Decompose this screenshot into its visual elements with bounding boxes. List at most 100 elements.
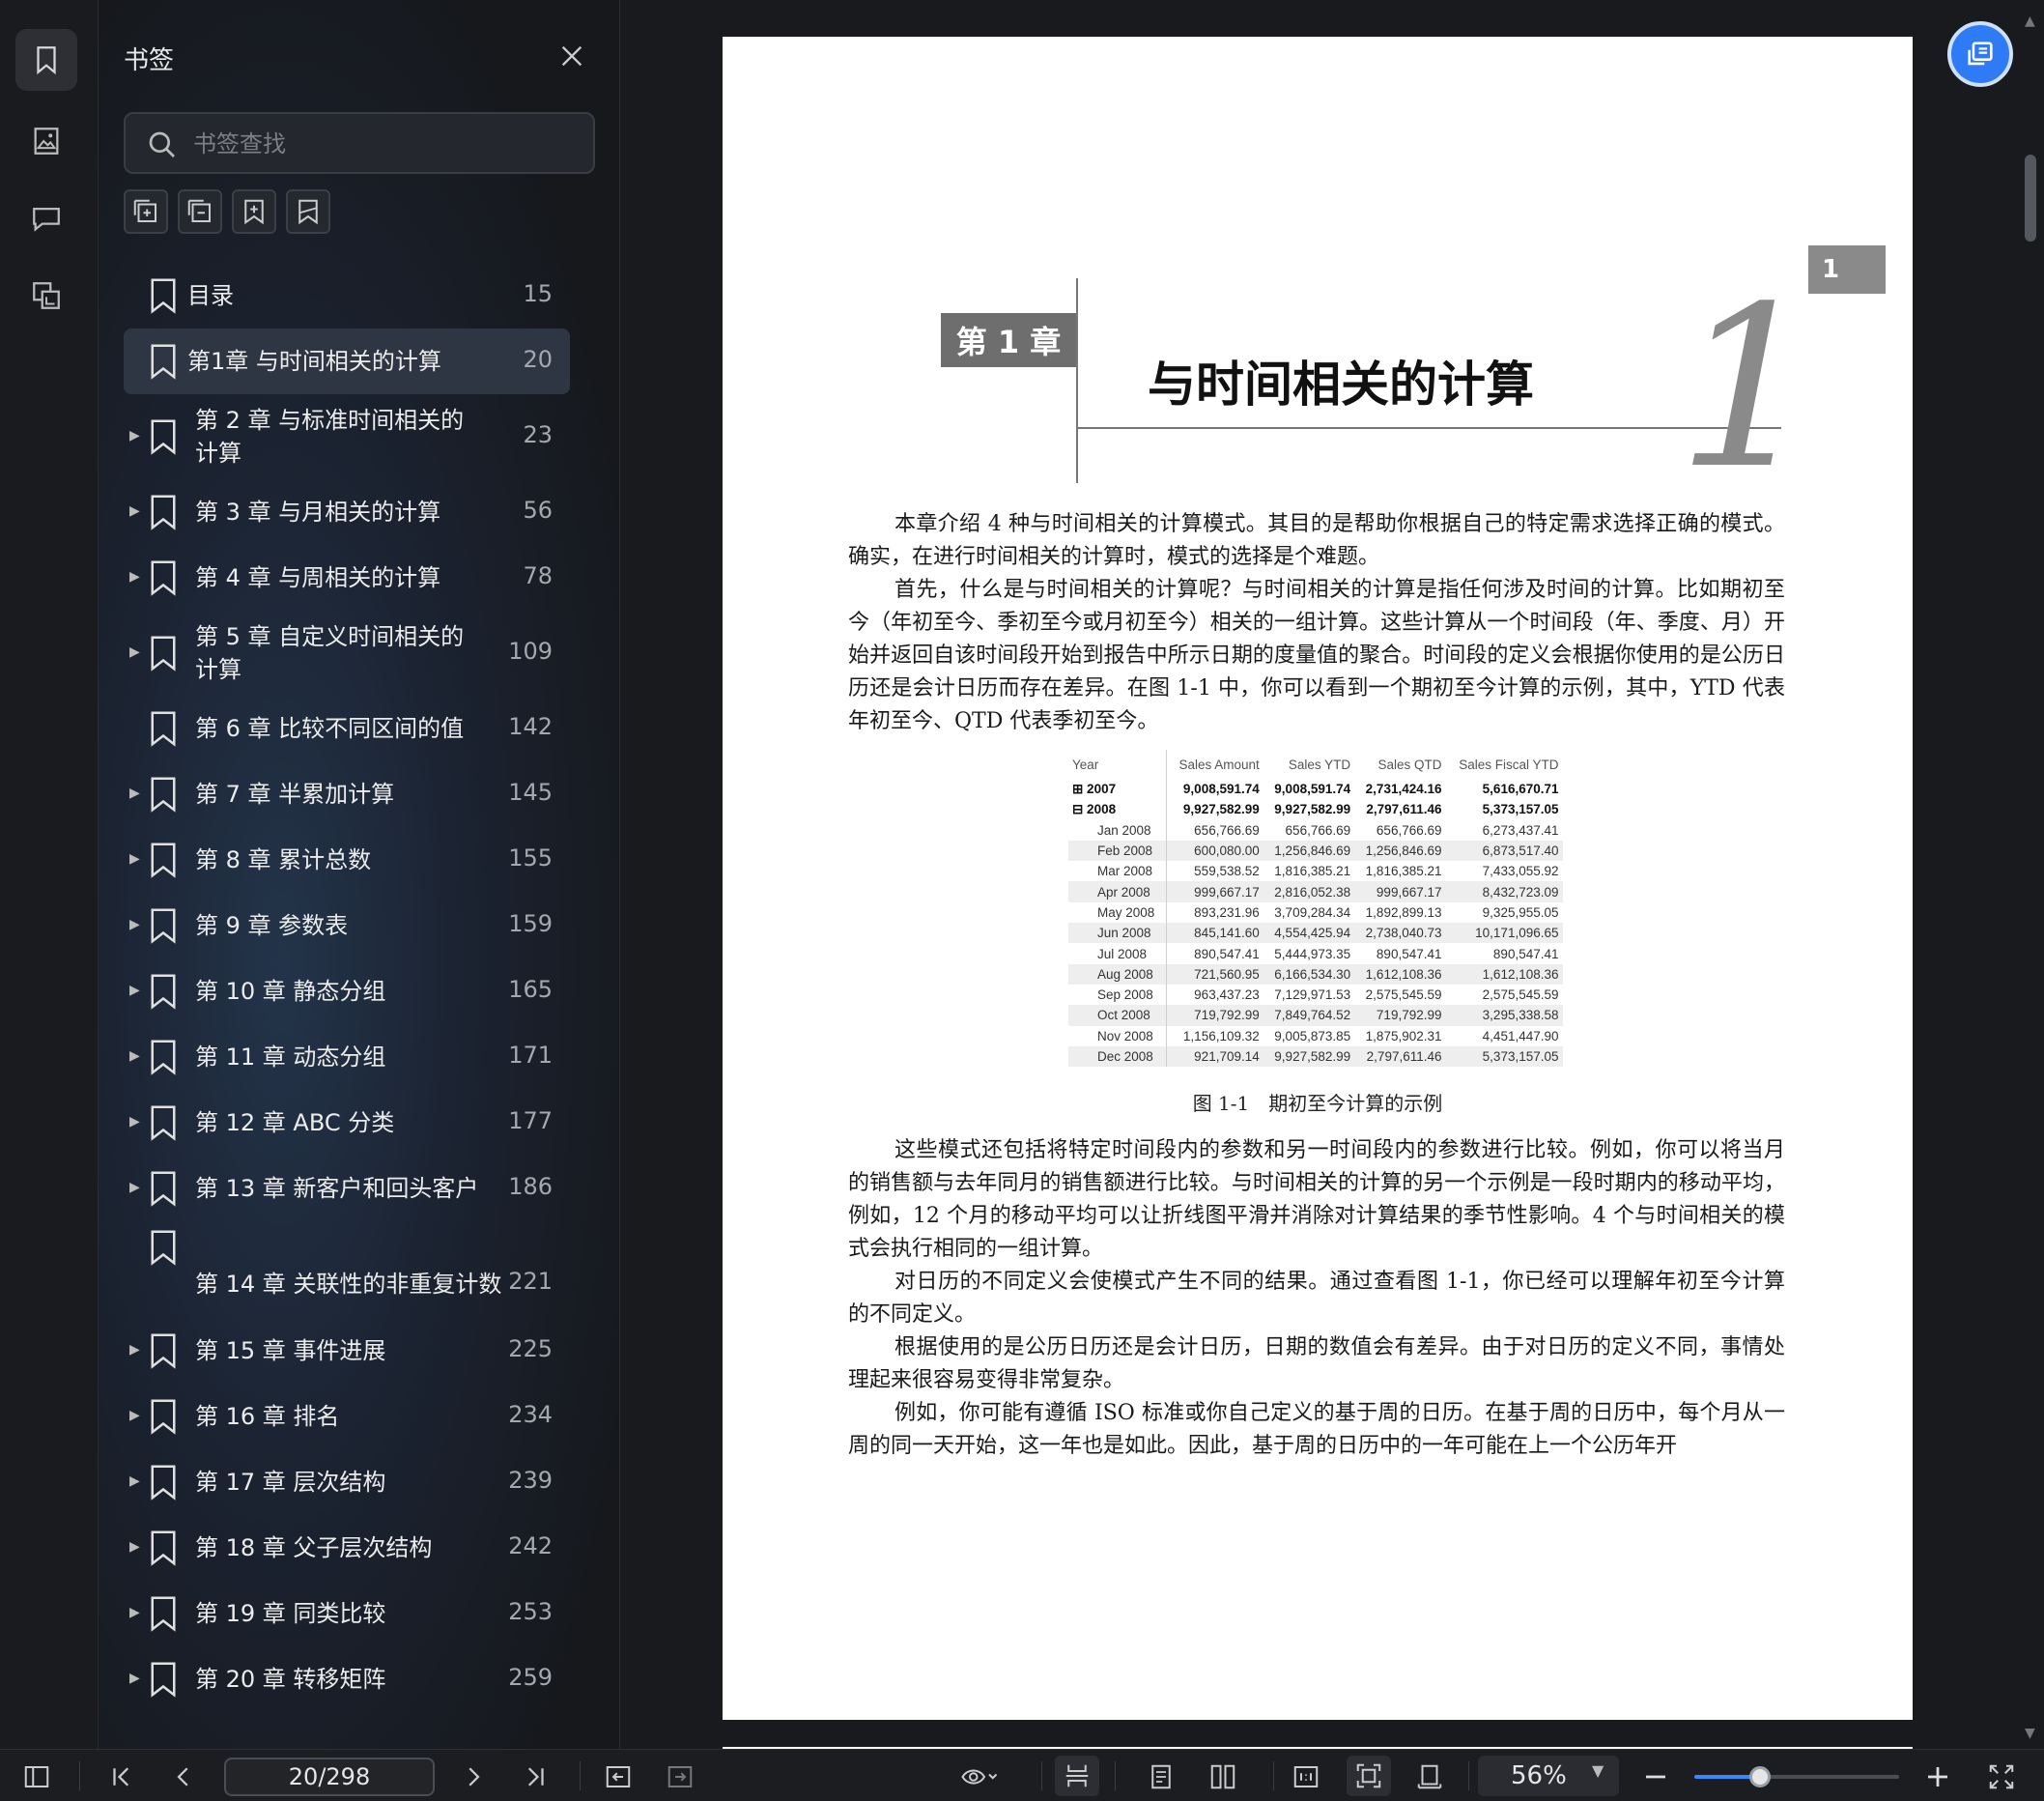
expand-caret-icon[interactable]: ▶: [129, 1605, 141, 1620]
bookmark-item[interactable]: ▶ 第 15 章 事件进展 225: [124, 1318, 570, 1384]
next-page-button[interactable]: [456, 1759, 491, 1794]
expand-caret-icon[interactable]: ▶: [129, 786, 141, 801]
table-cell-year: Jun 2008: [1068, 923, 1168, 944]
bookmark-item[interactable]: ▶ 第 12 章 ABC 分类 177: [124, 1090, 570, 1156]
single-page-button[interactable]: [1144, 1759, 1178, 1794]
expand-caret-icon[interactable]: ▶: [129, 569, 141, 585]
bookmark-item[interactable]: ▶ 第 8 章 累计总数 155: [124, 827, 570, 893]
expand-caret-icon[interactable]: ▶: [129, 1114, 141, 1129]
zoom-value: 56%: [1511, 1761, 1567, 1790]
table-row: Feb 2008 600,080.00 1,256,846.69 1,256,846.…: [1068, 840, 1563, 862]
search-input[interactable]: [193, 124, 580, 164]
bookmark-item[interactable]: ▶ 第 18 章 父子层次结构 242: [124, 1515, 570, 1581]
fit-page-button[interactable]: [1347, 1756, 1391, 1796]
table-cell-year: Apr 2008: [1068, 881, 1168, 902]
first-page-button[interactable]: [104, 1759, 139, 1794]
actual-size-button[interactable]: [1289, 1759, 1323, 1794]
continuous-scroll-button[interactable]: [1055, 1756, 1099, 1796]
table-cell: 8,432,723.09: [1445, 881, 1563, 902]
thumbnail-panel-button[interactable]: [15, 110, 77, 172]
bookmark-search: [124, 112, 595, 174]
last-page-button[interactable]: [518, 1759, 553, 1794]
fullscreen-button[interactable]: [1984, 1759, 2019, 1794]
zoom-slider-handle[interactable]: [1748, 1766, 1771, 1787]
scroll-up-icon[interactable]: ▲: [2025, 14, 2035, 29]
scroll-down-icon[interactable]: ▼: [2025, 1726, 2035, 1741]
bookmark-item[interactable]: ▶ 第 4 章 与周相关的计算 78: [124, 545, 570, 611]
table-row: Nov 2008 1,156,109.32 9,005,873.85 1,875,90…: [1068, 1025, 1563, 1046]
table-row: Jan 2008 656,766.69 656,766.69 656,766.69 6,…: [1068, 819, 1563, 841]
expand-all-button[interactable]: [124, 189, 168, 234]
bookmark-item[interactable]: 第 14 章 关联性的非重复计数 221: [124, 1221, 570, 1318]
table-cell: 890,547.41: [1492, 946, 1559, 961]
bookmark-item[interactable]: ▶ 第 7 章 半累加计算 145: [124, 761, 570, 827]
document-scrollbar-thumb[interactable]: [2025, 155, 2036, 242]
bookmark-item[interactable]: ▶ 第 2 章 与标准时间相关的计算 23: [124, 394, 570, 479]
bookmark-item[interactable]: ▶ 第 10 章 静态分组 165: [124, 958, 570, 1024]
table-cell: 9,325,955.05: [1482, 904, 1559, 920]
expand-caret-icon[interactable]: ▶: [129, 1539, 141, 1555]
history-forward-button[interactable]: [663, 1759, 697, 1794]
table-cell-year[interactable]: ⊞ 2007: [1068, 779, 1168, 800]
comment-panel-button[interactable]: [15, 187, 77, 249]
bookmark-page-number: 165: [508, 976, 553, 1003]
zoom-slider[interactable]: [1694, 1766, 1899, 1787]
expand-caret-icon[interactable]: ▶: [129, 1342, 141, 1358]
expand-caret-icon[interactable]: ▶: [129, 1048, 141, 1064]
remove-bookmark-button[interactable]: [286, 189, 330, 234]
bookmark-icon: [151, 843, 176, 878]
page-number-input[interactable]: [224, 1758, 435, 1796]
zoom-in-button[interactable]: [1920, 1759, 1955, 1794]
history-back-button[interactable]: [601, 1759, 636, 1794]
add-bookmark-button[interactable]: [232, 189, 276, 234]
collapse-all-button[interactable]: [178, 189, 222, 234]
expand-caret-icon[interactable]: ▶: [129, 1671, 141, 1686]
expand-caret-icon[interactable]: ▶: [129, 1473, 141, 1489]
expand-caret-icon[interactable]: ▶: [129, 983, 141, 998]
bookmark-item[interactable]: ▶ 第 5 章 自定义时间相关的计算 109: [124, 611, 570, 696]
bookmark-item[interactable]: ▶ 第 20 章 转移矩阵 259: [124, 1646, 570, 1712]
bookmark-item[interactable]: ▶ 第 19 章 同类比较 253: [124, 1581, 570, 1646]
bookmark-label: 第 19 章 同类比较: [195, 1600, 386, 1627]
expand-caret-icon[interactable]: ▶: [129, 1408, 141, 1423]
bookmark-item[interactable]: 目录 15: [124, 263, 570, 329]
floating-action-button[interactable]: [1947, 21, 2013, 87]
zoom-select[interactable]: 56% ▼: [1478, 1756, 1619, 1796]
bookmark-item[interactable]: 第 6 章 比较不同区间的值 142: [124, 696, 570, 761]
table-cell: 1,892,899.13: [1365, 904, 1442, 920]
bookmark-item[interactable]: 第1章 与时间相关的计算 20: [124, 329, 570, 394]
bookmark-item[interactable]: ▶ 第 16 章 排名 234: [124, 1384, 570, 1449]
view-mode-button[interactable]: [951, 1759, 1008, 1794]
fit-width-button[interactable]: [1412, 1759, 1447, 1794]
expand-caret-icon[interactable]: ▶: [129, 1180, 141, 1195]
close-icon[interactable]: [558, 43, 585, 70]
attachment-panel-button[interactable]: [15, 265, 77, 327]
toggle-sidebar-button[interactable]: [19, 1759, 54, 1794]
bookmark-item[interactable]: ▶ 第 3 章 与月相关的计算 56: [124, 479, 570, 545]
two-page-button[interactable]: [1206, 1759, 1240, 1794]
expand-caret-icon[interactable]: ▶: [129, 917, 141, 932]
bookmark-page-number: 242: [508, 1532, 553, 1559]
expand-caret-icon[interactable]: ▶: [129, 428, 141, 443]
table-cell-year: Jan 2008: [1068, 819, 1168, 841]
bookmark-item[interactable]: ▶ 第 9 章 参数表 159: [124, 893, 570, 958]
bookmark-tools: [124, 189, 330, 234]
bookmark-panel-button[interactable]: [15, 29, 77, 91]
expand-caret-icon[interactable]: ▶: [129, 644, 141, 660]
expand-caret-icon[interactable]: ▶: [129, 851, 141, 867]
bookmark-page-number: 142: [508, 713, 553, 740]
bookmark-label: 目录: [187, 282, 234, 309]
previous-page-button[interactable]: [166, 1759, 201, 1794]
table-cell-year: May 2008: [1068, 901, 1168, 924]
toolbar-divider: [1115, 1761, 1116, 1790]
bookmark-item[interactable]: ▶ 第 13 章 新客户和回头客户 186: [124, 1156, 570, 1221]
bookmark-label: 第 20 章 转移矩阵: [195, 1666, 386, 1693]
bookmark-icon: [151, 419, 176, 455]
table-cell: 4,451,447.90: [1482, 1028, 1559, 1043]
expand-caret-icon[interactable]: ▶: [129, 503, 141, 519]
zoom-out-button[interactable]: [1638, 1759, 1673, 1794]
table-header-cell: Year: [1068, 750, 1168, 779]
table-cell-year[interactable]: ⊟ 2008: [1068, 799, 1168, 820]
bookmark-item[interactable]: ▶ 第 17 章 层次结构 239: [124, 1449, 570, 1515]
bookmark-item[interactable]: ▶ 第 11 章 动态分组 171: [124, 1024, 570, 1090]
